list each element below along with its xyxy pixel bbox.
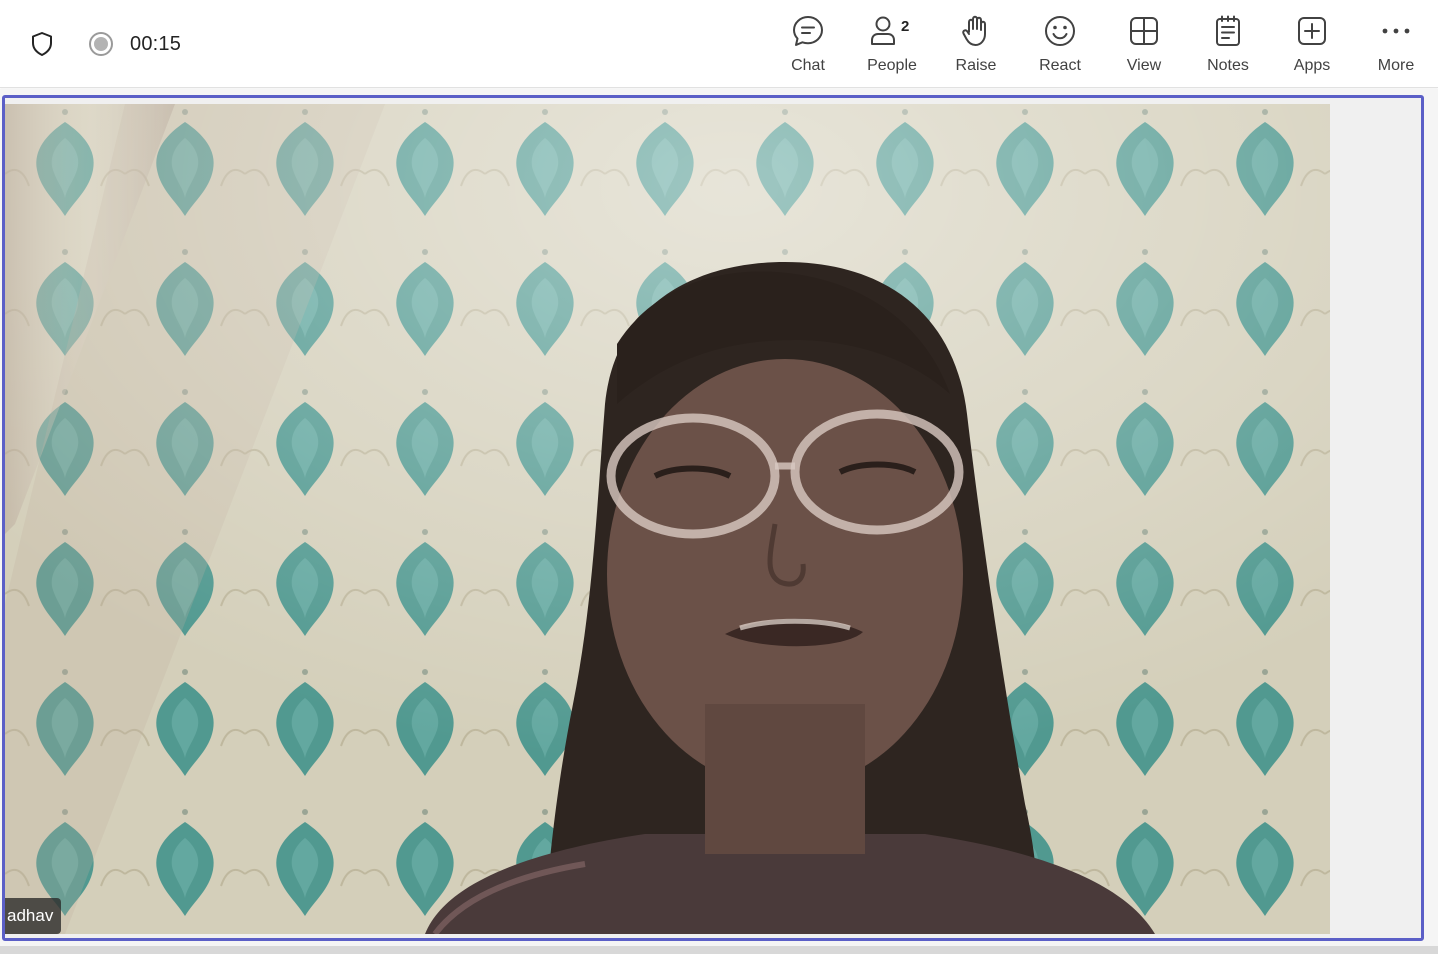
shield-icon[interactable] [28,28,56,60]
people-label: People [867,57,917,74]
notes-icon [1208,14,1248,48]
more-dots-icon [1376,14,1416,48]
grid-icon [1124,14,1164,48]
hand-icon [956,14,996,48]
react-label: React [1039,57,1081,74]
recording-icon [88,31,114,57]
meeting-status: 00:15 [28,28,181,60]
view-button[interactable]: View [1102,0,1186,88]
raise-label: Raise [955,57,997,74]
more-button[interactable]: More [1354,0,1438,88]
participant-name-tag: adhav [5,898,62,934]
meeting-timer: 00:15 [130,32,182,55]
view-label: View [1126,57,1162,74]
people-icon: 2 [871,14,912,48]
smiley-icon [1040,14,1080,48]
people-count-badge: 2 [901,18,910,35]
raise-hand-button[interactable]: Raise [934,0,1018,88]
more-label: More [1377,57,1415,74]
notes-label: Notes [1207,57,1249,74]
chat-icon [788,14,828,48]
add-app-icon [1292,14,1332,48]
chat-button[interactable]: Chat [766,0,850,88]
chat-label: Chat [791,57,825,74]
apps-label: Apps [1293,57,1331,74]
notes-button[interactable]: Notes [1186,0,1270,88]
bottom-border [0,946,1438,954]
meeting-stage: adhav [0,89,1438,954]
react-button[interactable]: React [1018,0,1102,88]
participant-video [5,104,1330,934]
people-button[interactable]: 2 People [850,0,934,88]
toolbar-buttons: Chat 2 People Raise React View Notes App… [766,0,1438,88]
apps-button[interactable]: Apps [1270,0,1354,88]
participant-tile[interactable]: adhav [2,95,1424,941]
meeting-toolbar: 00:15 Chat 2 People Raise React View Not… [0,0,1438,88]
